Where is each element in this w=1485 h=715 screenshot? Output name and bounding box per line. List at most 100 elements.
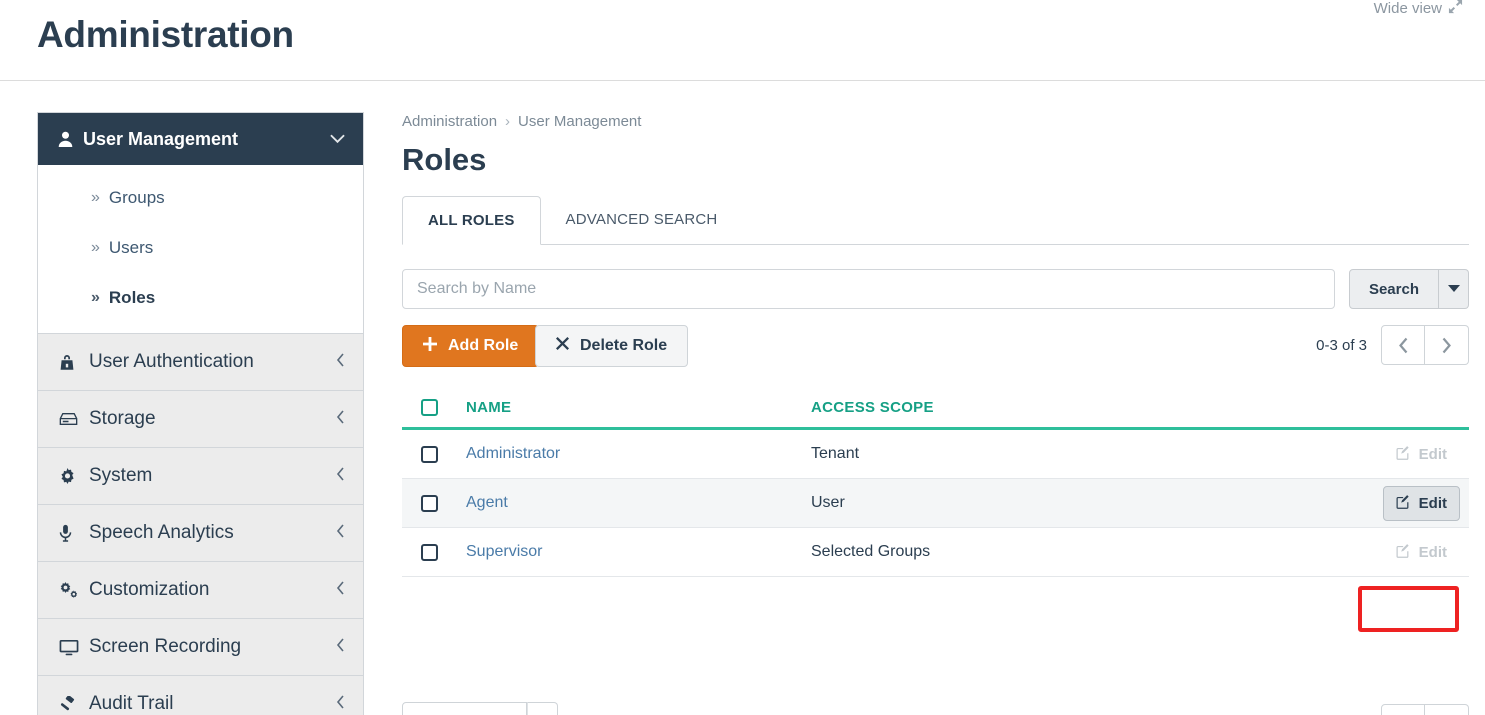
tab-label: ALL ROLES — [428, 212, 515, 229]
breadcrumb-item-user-management[interactable]: User Management — [518, 113, 641, 130]
role-name-link[interactable]: Supervisor — [466, 543, 542, 560]
chevron-left-icon — [336, 638, 345, 656]
sidebar-item-label: Audit Trail — [89, 693, 174, 714]
table-row[interactable]: Supervisor Selected Groups Edit — [402, 528, 1469, 577]
roles-table: NAME ACCESS SCOPE Administrator Tenant E… — [402, 388, 1469, 577]
expand-arrows-icon — [1448, 0, 1463, 18]
row-actions-cell: Edit — [1349, 437, 1469, 472]
times-icon — [556, 337, 569, 355]
sidebar-item-label: System — [89, 465, 153, 486]
role-name-link[interactable]: Administrator — [466, 445, 560, 462]
row-checkbox[interactable] — [421, 543, 438, 561]
app-title: Administration — [37, 14, 294, 55]
sidebar-item-groups[interactable]: » Groups — [38, 173, 363, 223]
sidebar-item-label: Customization — [89, 579, 210, 600]
drive-icon — [59, 412, 89, 427]
sidebar-item-label: Screen Recording — [89, 636, 242, 657]
table-row[interactable]: Administrator Tenant Edit — [402, 430, 1469, 479]
wide-view-toggle[interactable]: Wide view — [1374, 0, 1463, 18]
access-scope-cell: User — [811, 494, 845, 511]
per-page-label[interactable]: 20 per page — [402, 702, 528, 715]
chevron-left-icon — [336, 353, 345, 371]
row-select-cell — [402, 445, 466, 463]
chevron-left-icon — [336, 695, 345, 713]
edit-label: Edit — [1418, 445, 1447, 463]
sidebar-item-storage[interactable]: Storage — [38, 390, 363, 447]
select-all-checkbox[interactable] — [421, 399, 438, 416]
chevron-left-icon — [336, 467, 345, 485]
pagination-range-label: 0-3 of 3 — [1316, 336, 1367, 354]
sidebar-item-screen-recording[interactable]: Screen Recording — [38, 618, 363, 675]
tab-bar: ALL ROLES ADVANCED SEARCH — [402, 195, 1469, 245]
double-chevron-icon: » — [91, 289, 100, 306]
breadcrumb: Administration › User Management — [402, 113, 641, 130]
search-input[interactable] — [402, 269, 1335, 309]
sidebar-item-user-authentication[interactable]: User Authentication — [38, 333, 363, 390]
table-row[interactable]: Agent User Edit — [402, 479, 1469, 528]
sidebar-item-speech-analytics[interactable]: Speech Analytics — [38, 504, 363, 561]
double-chevron-icon: » — [91, 239, 100, 256]
gear-icon — [59, 467, 89, 485]
row-checkbox[interactable] — [421, 445, 438, 463]
lock-person-icon — [59, 354, 89, 371]
select-all-cell — [402, 399, 466, 416]
access-scope-cell: Selected Groups — [811, 543, 931, 560]
search-button[interactable]: Search — [1348, 269, 1439, 309]
row-checkbox[interactable] — [421, 494, 438, 512]
sidebar-item-audit-trail[interactable]: Audit Trail — [38, 675, 363, 715]
page-title: Roles — [402, 142, 487, 177]
sidebar-item-label: Storage — [89, 408, 156, 429]
pagination-next-button[interactable] — [1425, 704, 1469, 715]
tab-label: ADVANCED SEARCH — [565, 211, 718, 228]
sidebar-item-users[interactable]: » Users — [38, 223, 363, 273]
column-header-access-scope[interactable]: ACCESS SCOPE — [811, 399, 1349, 416]
row-actions-cell: Edit — [1349, 485, 1469, 521]
edit-label: Edit — [1418, 494, 1447, 512]
edit-button[interactable]: Edit — [1383, 535, 1460, 570]
pencil-square-icon — [1396, 445, 1411, 464]
tab-advanced-search[interactable]: ADVANCED SEARCH — [541, 195, 743, 244]
search-row: Search — [402, 269, 1469, 309]
sidebar-item-customization[interactable]: Customization — [38, 561, 363, 618]
edit-button[interactable]: Edit — [1383, 437, 1460, 472]
edit-label: Edit — [1418, 543, 1447, 561]
plus-icon — [423, 336, 437, 356]
add-role-button[interactable]: Add Role — [402, 325, 540, 367]
breadcrumb-item-administration[interactable]: Administration — [402, 113, 497, 130]
pencil-square-icon — [1396, 494, 1411, 513]
chevron-down-icon — [330, 131, 345, 148]
tab-all-roles[interactable]: ALL ROLES — [402, 196, 541, 245]
sidebar-group-label: User Management — [83, 128, 239, 149]
page-body: User Management » Groups » Users » Roles — [0, 81, 1485, 715]
sidebar-item-label: User Authentication — [89, 351, 254, 372]
sidebar-item-roles[interactable]: » Roles — [38, 273, 363, 323]
search-dropdown-toggle[interactable] — [1439, 269, 1469, 309]
sidebar-item-system[interactable]: System — [38, 447, 363, 504]
sidebar: User Management » Groups » Users » Roles — [37, 112, 364, 715]
row-select-cell — [402, 494, 466, 512]
gears-icon — [59, 581, 89, 599]
pagination-prev-button[interactable] — [1381, 325, 1425, 365]
sidebar-group-user-management[interactable]: User Management — [38, 113, 363, 165]
user-icon — [57, 131, 83, 148]
action-row: Add Role Delete Role 0-3 of 3 — [402, 325, 1469, 367]
sidebar-item-label: Users — [108, 238, 154, 257]
double-chevron-icon: » — [91, 189, 100, 206]
pagination-next-button[interactable] — [1425, 325, 1469, 365]
role-name-link[interactable]: Agent — [466, 494, 508, 511]
top-pagination: 0-3 of 3 — [1316, 325, 1469, 365]
microphone-icon — [59, 524, 89, 542]
add-role-label: Add Role — [448, 337, 519, 354]
sidebar-subitems: » Groups » Users » Roles — [38, 165, 363, 333]
per-page-dropdown-toggle[interactable] — [527, 702, 559, 715]
table-header-row: NAME ACCESS SCOPE — [402, 388, 1469, 430]
column-header-name[interactable]: NAME — [466, 399, 811, 416]
gavel-icon — [59, 695, 89, 713]
sidebar-item-label: Speech Analytics — [89, 522, 234, 543]
per-page-select[interactable]: 20 per page — [402, 702, 559, 715]
bottom-pagination: 0-3 of 3 — [1316, 704, 1469, 715]
edit-button[interactable]: Edit — [1382, 485, 1460, 521]
pagination-prev-button[interactable] — [1381, 704, 1425, 715]
delete-role-button[interactable]: Delete Role — [535, 325, 689, 367]
pagination-buttons — [1381, 704, 1469, 715]
